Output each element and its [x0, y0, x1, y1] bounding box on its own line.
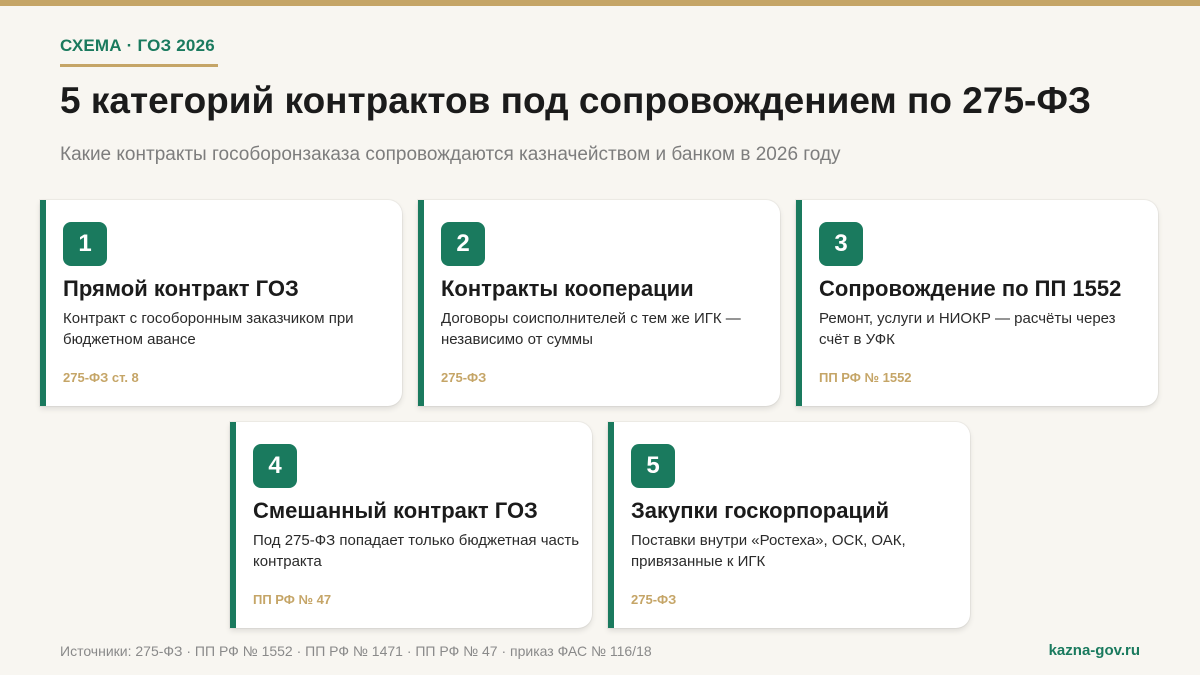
- category-card-4: 4 Смешанный контракт ГОЗ Под 275-ФЗ попа…: [230, 422, 592, 628]
- card-title: Контракты кооперации: [441, 276, 694, 301]
- card-title: Сопровождение по ПП 1552: [819, 276, 1122, 301]
- card-description: Под 275-ФЗ попадает только бюджетная час…: [253, 532, 580, 570]
- card-number-badge: 5: [631, 444, 675, 488]
- card-number-badge: 4: [253, 444, 297, 488]
- card-number-badge: 1: [63, 222, 107, 266]
- card-reference: 275-ФЗ: [441, 370, 487, 385]
- category-card-2: 2 Контракты кооперации Договоры соисполн…: [418, 200, 780, 406]
- card-title: Смешанный контракт ГОЗ: [253, 498, 538, 523]
- card-number-badge: 3: [819, 222, 863, 266]
- category-card-3: 3 Сопровождение по ПП 1552 Ремонт, услуг…: [796, 200, 1158, 406]
- footer-sources: Источники: 275-ФЗ · ПП РФ № 1552 · ПП РФ…: [60, 643, 652, 659]
- category-card-1: 1 Прямой контракт ГОЗ Контракт с гособор…: [40, 200, 402, 406]
- card-reference: ПП РФ № 1552: [819, 370, 912, 385]
- card-description: Договоры соисполнителей с тем же ИГК — н…: [441, 310, 741, 348]
- page-subtitle: Какие контракты гособоронзаказа сопровож…: [60, 144, 841, 165]
- card-reference: 275-ФЗ ст. 8: [63, 370, 139, 385]
- top-accent-bar: [0, 0, 1200, 6]
- card-description: Контракт с гособоронным заказчиком при б…: [63, 310, 354, 348]
- kicker-underline: [60, 64, 218, 67]
- page-title: 5 категорий контрактов под сопровождение…: [60, 80, 1092, 121]
- card-number-badge: 2: [441, 222, 485, 266]
- card-description: Поставки внутри «Ростеха», ОСК, ОАК, при…: [631, 532, 906, 570]
- card-title: Закупки госкорпораций: [631, 498, 890, 523]
- card-description: Ремонт, услуги и НИОКР — расчёты через с…: [819, 310, 1116, 348]
- card-reference: ПП РФ № 47: [253, 592, 332, 607]
- section-kicker: СХЕМА · ГОЗ 2026: [60, 36, 215, 55]
- footer-site-link[interactable]: kazna-gov.ru: [1049, 642, 1140, 659]
- category-card-5: 5 Закупки госкорпораций Поставки внутри …: [608, 422, 970, 628]
- card-reference: 275-ФЗ: [631, 592, 677, 607]
- card-title: Прямой контракт ГОЗ: [63, 276, 299, 301]
